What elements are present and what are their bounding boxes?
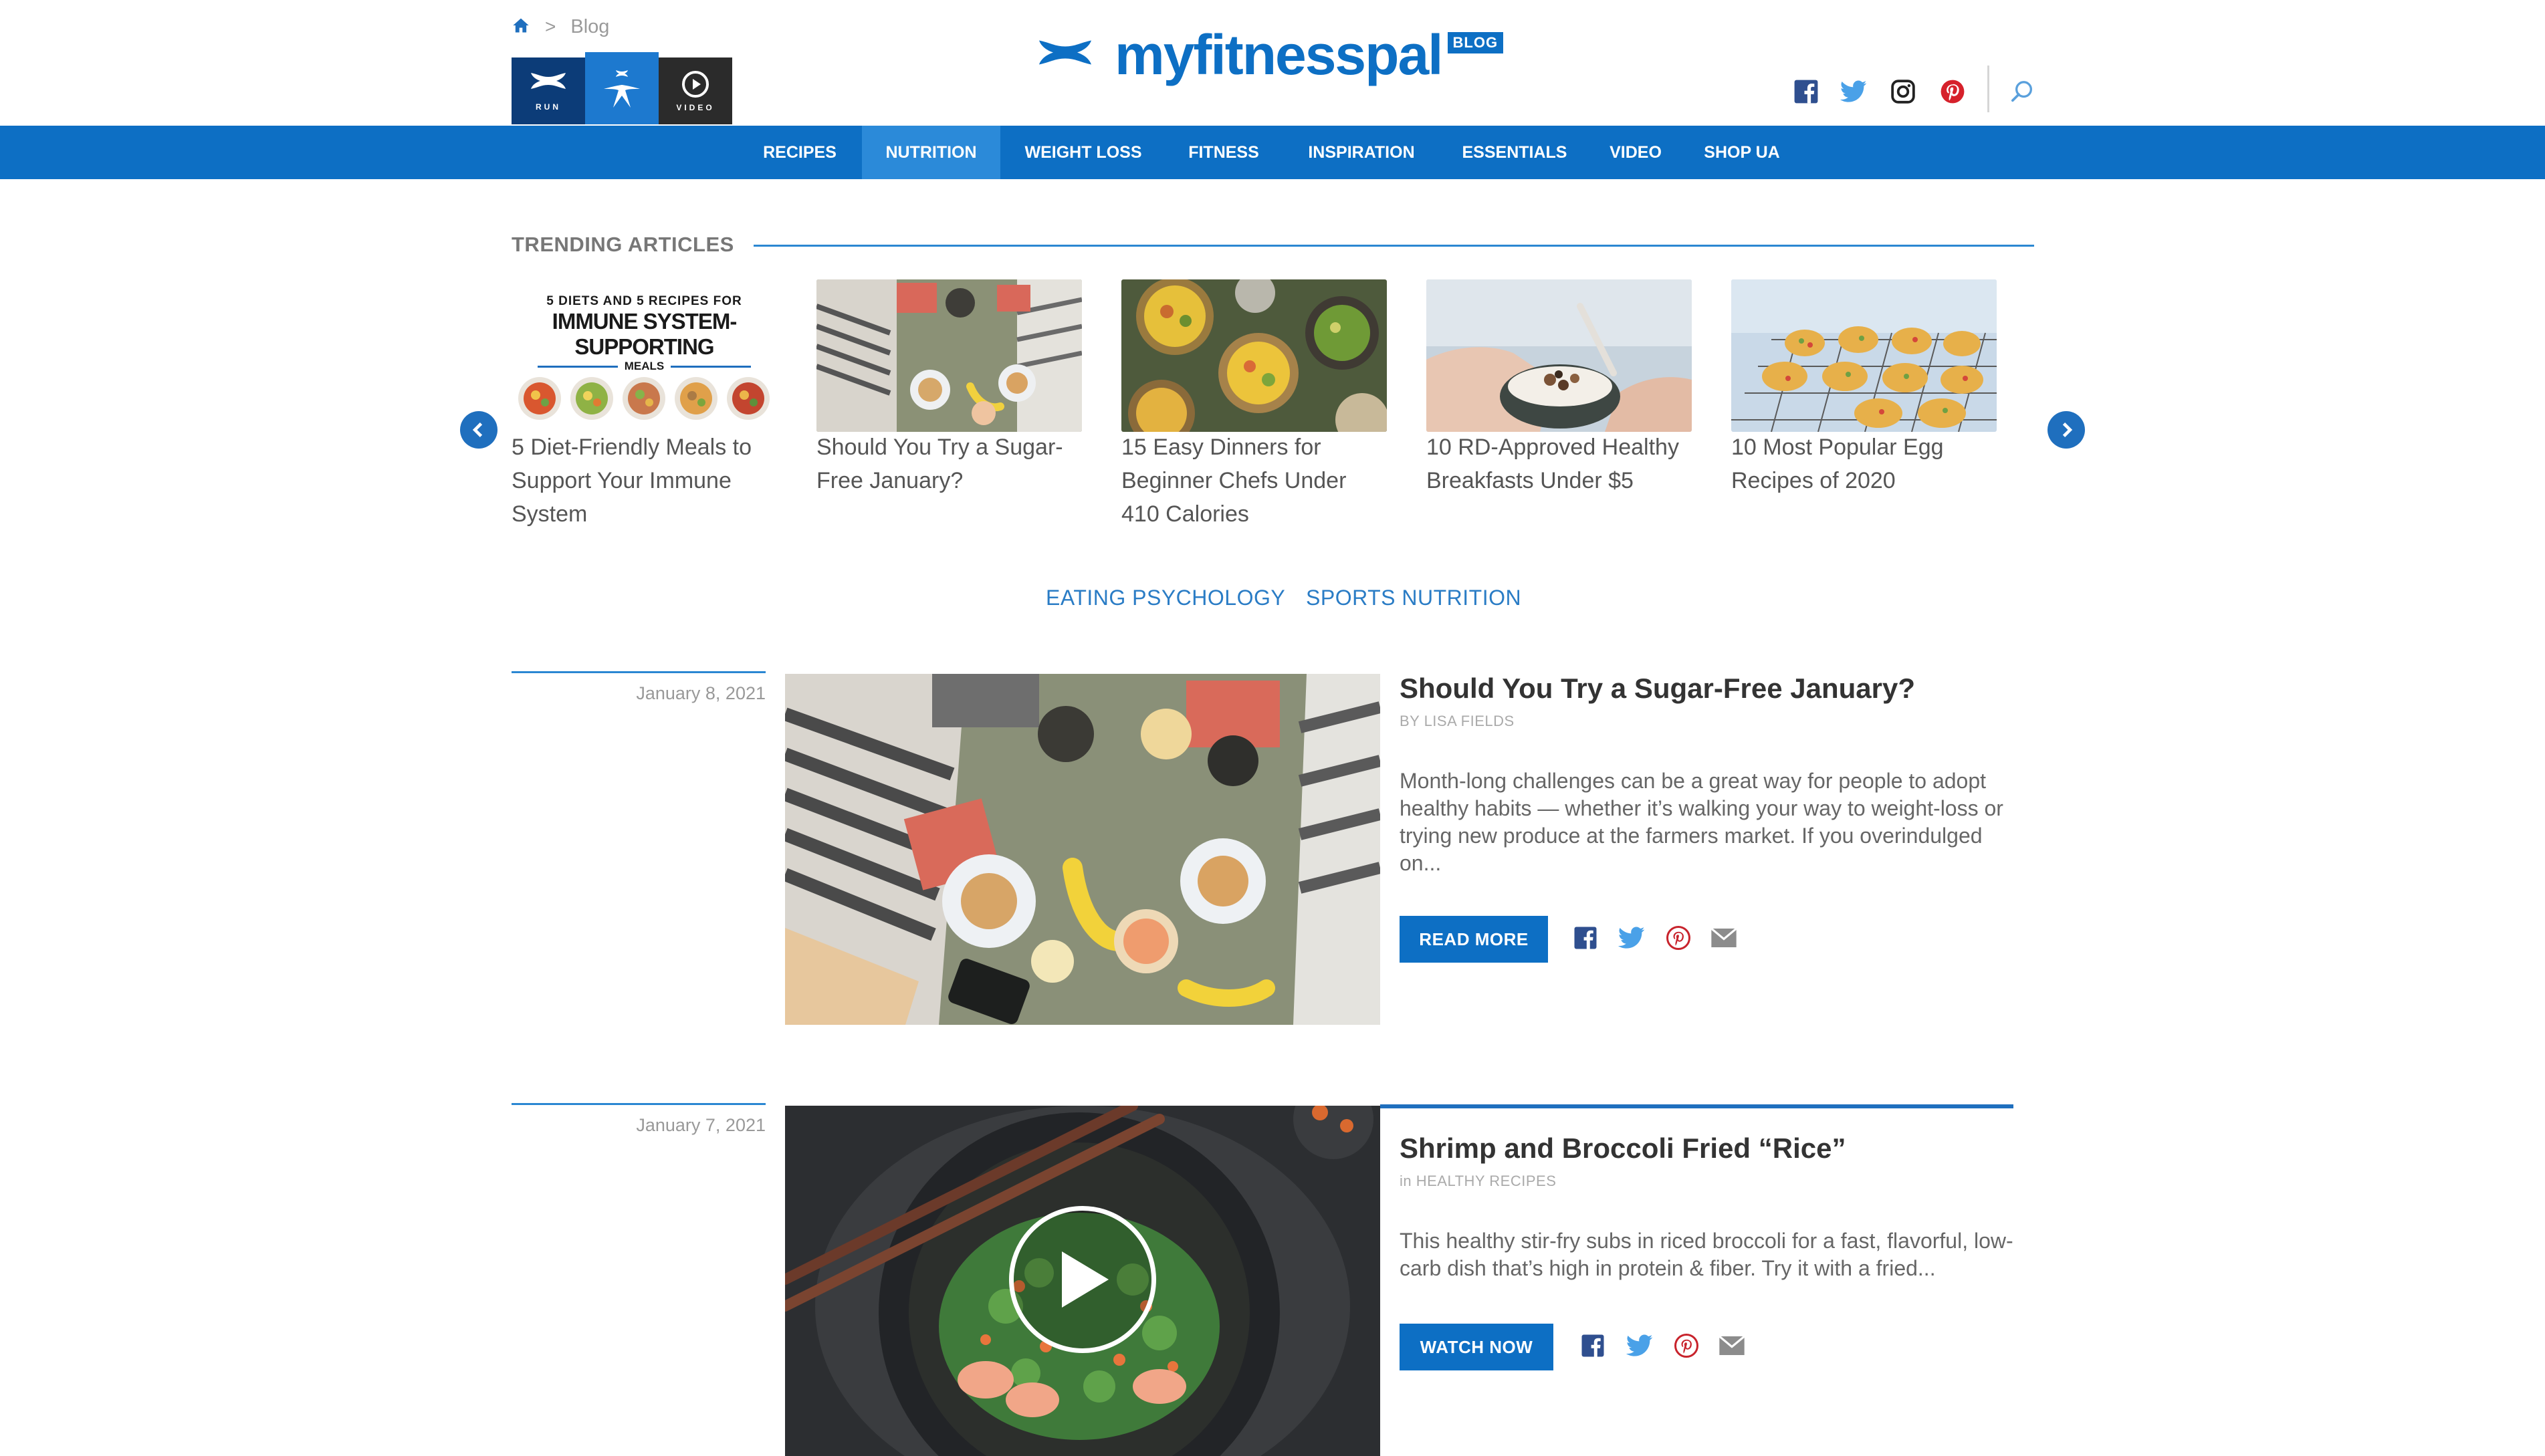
carousel-prev-button[interactable] xyxy=(460,411,497,449)
breadcrumb-separator: > xyxy=(545,16,556,37)
article-date: January 7, 2021 xyxy=(636,1115,766,1135)
article-date-divider xyxy=(512,1103,766,1105)
trending-divider xyxy=(754,245,2034,247)
play-icon xyxy=(1062,1251,1109,1308)
page: > Blog RUN VIDEO myfitnesspal BLOG RECIP… xyxy=(0,0,2545,1456)
trending-thumb-egg-recipes[interactable] xyxy=(1731,279,1997,432)
article-video-shrimp-rice[interactable] xyxy=(785,1106,1380,1456)
egg-muffins-image xyxy=(1731,279,1997,432)
trending-thumb-immune[interactable]: 5 DIETS AND 5 RECIPES FOR IMMUNE SYSTEM-… xyxy=(512,279,777,432)
share-twitter-icon[interactable] xyxy=(1625,1331,1654,1360)
trending-thumb-sugar-free[interactable] xyxy=(816,279,1082,432)
featured-article-accent xyxy=(1380,1104,2013,1108)
search-icon[interactable] xyxy=(2006,76,2038,108)
breadcrumb-blog[interactable]: Blog xyxy=(570,16,609,38)
article-title[interactable]: Shrimp and Broccoli Fried “Rice” xyxy=(1400,1132,1846,1165)
play-circle-icon xyxy=(682,71,709,98)
trending-card-title[interactable]: 10 RD-Approved Healthy Breakfasts Under … xyxy=(1426,431,1694,497)
under-armour-logo-icon xyxy=(531,73,566,89)
breadcrumb: > Blog xyxy=(512,13,609,40)
main-nav: RECIPES NUTRITION WEIGHT LOSS FITNESS IN… xyxy=(0,126,2545,179)
share-facebook-icon[interactable] xyxy=(1578,1331,1608,1360)
twitter-icon[interactable] xyxy=(1838,76,1870,108)
article-excerpt: Month-long challenges can be a great way… xyxy=(1400,769,2003,875)
carousel-next-button[interactable] xyxy=(2048,411,2085,449)
app-tile-run-label: RUN xyxy=(536,102,561,112)
header-divider xyxy=(1987,66,1989,112)
thumb-headline-line2: IMMUNE SYSTEM-SUPPORTING xyxy=(552,309,738,359)
trending-card-title[interactable]: Should You Try a Sugar-Free January? xyxy=(816,431,1084,497)
logo-text: myfitnesspal xyxy=(1115,23,1444,86)
share-pinterest-icon[interactable] xyxy=(1664,923,1693,953)
trending-card-title[interactable]: 5 Diet-Friendly Meals to Support Your Im… xyxy=(512,431,779,531)
instagram-icon[interactable] xyxy=(1887,76,1919,108)
app-tile-video-label: VIDEO xyxy=(676,103,715,112)
trending-thumb-breakfasts[interactable] xyxy=(1426,279,1692,432)
trending-title: TRENDING ARTICLES xyxy=(512,233,734,256)
article-byline[interactable]: in HEALTHY RECIPES xyxy=(1400,1173,1556,1190)
chevron-right-icon xyxy=(2062,422,2073,437)
share-email-icon[interactable] xyxy=(1717,1331,1747,1360)
nav-item-essentials[interactable]: ESSENTIALS xyxy=(1458,126,1571,179)
trending-card-title[interactable]: 10 Most Popular Egg Recipes of 2020 xyxy=(1731,431,1999,497)
nav-item-shop-ua[interactable]: SHOP UA xyxy=(1698,126,1785,179)
app-tile-run[interactable]: RUN xyxy=(512,57,585,124)
table-food-image xyxy=(785,674,1380,1025)
trending-thumb-easy-dinners[interactable] xyxy=(1121,279,1387,432)
article-excerpt: This healthy stir-fry subs in riced broc… xyxy=(1400,1229,2013,1280)
nav-item-inspiration[interactable]: INSPIRATION xyxy=(1300,126,1423,179)
app-tile-myfitnesspal[interactable] xyxy=(585,52,659,124)
read-more-button[interactable]: READ MORE xyxy=(1400,916,1548,963)
app-tile-video[interactable]: VIDEO xyxy=(659,57,732,124)
share-email-icon[interactable] xyxy=(1709,923,1739,953)
chevron-left-icon xyxy=(472,422,483,437)
pinterest-icon[interactable] xyxy=(1937,76,1969,108)
article-byline[interactable]: BY LISA FIELDS xyxy=(1400,713,1515,730)
site-logo[interactable]: myfitnesspal BLOG xyxy=(1033,23,1504,86)
blog-badge: BLOG xyxy=(1447,32,1504,53)
nav-item-nutrition[interactable]: NUTRITION xyxy=(862,126,1000,179)
thumb-headline-line1: 5 DIETS AND 5 RECIPES FOR xyxy=(546,294,742,308)
article-title[interactable]: Should You Try a Sugar-Free January? xyxy=(1400,673,1915,705)
video-play-button[interactable] xyxy=(1009,1206,1156,1353)
article-date-divider xyxy=(512,671,766,673)
meal-bowls-image xyxy=(518,377,770,420)
home-icon[interactable] xyxy=(512,16,530,38)
watch-now-button[interactable]: WATCH NOW xyxy=(1400,1324,1553,1370)
facebook-icon[interactable] xyxy=(1790,76,1822,108)
nav-item-weight-loss[interactable]: WEIGHT LOSS xyxy=(1016,126,1150,179)
share-twitter-icon[interactable] xyxy=(1617,923,1646,953)
table-food-image xyxy=(816,279,1082,432)
nav-item-fitness[interactable]: FITNESS xyxy=(1177,126,1270,179)
article-date: January 8, 2021 xyxy=(636,683,766,703)
nav-item-recipes[interactable]: RECIPES xyxy=(750,126,849,179)
breakfast-bowl-image xyxy=(1426,279,1692,432)
subcategory-eating-psychology[interactable]: EATING PSYCHOLOGY xyxy=(1046,586,1285,610)
subcategory-sports-nutrition[interactable]: SPORTS NUTRITION xyxy=(1306,586,1521,610)
nav-item-video[interactable]: VIDEO xyxy=(1602,126,1669,179)
dinner-bowls-image xyxy=(1121,279,1387,432)
article-image-sugar-free[interactable] xyxy=(785,674,1380,1025)
runner-figure-icon xyxy=(604,70,640,108)
share-pinterest-icon[interactable] xyxy=(1672,1331,1701,1360)
share-facebook-icon[interactable] xyxy=(1571,923,1600,953)
trending-card-title[interactable]: 15 Easy Dinners for Beginner Chefs Under… xyxy=(1121,431,1389,531)
under-armour-logo-icon xyxy=(1039,40,1091,65)
